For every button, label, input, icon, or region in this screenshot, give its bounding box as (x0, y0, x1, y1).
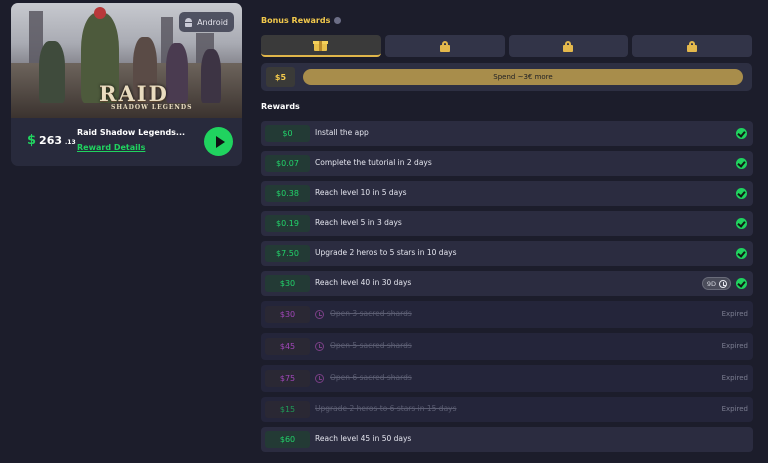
reward-task: Reach level 5 in 3 days (315, 218, 402, 227)
reward-task: Reach level 40 in 30 days (315, 278, 412, 287)
amount-decimal: .13 (65, 139, 76, 146)
reward-row[interactable]: $0.19 Reach level 5 in 3 days (261, 211, 753, 236)
reward-task: Install the app (315, 128, 369, 137)
reward-value: $45 (265, 338, 310, 355)
game-card[interactable]: RAID SHADOW LEGENDS Android $ 263 .13 Ra… (11, 3, 242, 166)
bonus-rewards-heading: Bonus Rewards (261, 16, 342, 25)
platform-label: Android (197, 17, 228, 27)
game-banner-image: RAID SHADOW LEGENDS Android (11, 3, 242, 118)
time-remaining-label: 9D (706, 279, 716, 288)
reward-value: $7.50 (265, 245, 310, 262)
spend-progress-bar: Spend ~3€ more (303, 69, 743, 85)
check-icon (736, 248, 747, 259)
bonus-amount: $5 (266, 67, 295, 87)
bonus-tiers (261, 35, 752, 57)
reward-row-expired[interactable]: $15 Upgrade 2 heros to 6 stars in 15 day… (261, 397, 753, 422)
check-icon (736, 158, 747, 169)
bonus-tier-4[interactable] (632, 35, 752, 57)
reward-row[interactable]: $0.38 Reach level 10 in 5 days (261, 181, 753, 206)
check-icon (736, 278, 747, 289)
reward-task: Upgrade 2 heros to 6 stars in 15 days (315, 404, 457, 413)
reward-value: $0 (265, 125, 310, 142)
reward-value: $0.38 (265, 185, 310, 202)
reward-row-expired[interactable]: $30 Open 3 sacred shards Expired (261, 301, 753, 328)
reward-row[interactable]: $7.50 Upgrade 2 heros to 5 stars in 10 d… (261, 241, 753, 266)
bonus-tier-2[interactable] (384, 35, 505, 57)
bonus-tier-1[interactable] (261, 35, 381, 57)
reward-value: $0.19 (265, 215, 310, 232)
lock-icon (439, 40, 450, 52)
info-icon[interactable] (334, 17, 342, 24)
game-title: Raid Shadow Legends... (77, 128, 186, 137)
reward-row[interactable]: $60 Reach level 45 in 50 days (261, 427, 753, 452)
game-logo-subtext: SHADOW LEGENDS (111, 104, 193, 111)
play-icon (215, 135, 225, 148)
platform-badge: Android (179, 12, 234, 32)
check-icon (736, 128, 747, 139)
reward-task: Open 6 sacred shards (330, 373, 412, 382)
reward-task: Complete the tutorial in 2 days (315, 158, 432, 167)
clock-icon (719, 279, 727, 288)
gift-icon (313, 39, 329, 51)
reward-task: Open 5 sacred shards (330, 341, 412, 350)
reward-details-link[interactable]: Reward Details (77, 143, 145, 152)
time-remaining-badge: 9D (701, 277, 731, 290)
bonus-tier-3[interactable] (508, 35, 629, 57)
android-icon (184, 17, 193, 27)
lock-icon (687, 40, 698, 52)
reward-value: $0.07 (265, 155, 310, 172)
reward-task: Open 3 sacred shards (330, 309, 412, 318)
bonus-rewards-title: Bonus Rewards (261, 16, 331, 25)
reward-value: $30 (265, 306, 310, 323)
game-logo-text: RAID (99, 81, 169, 106)
reward-task: Upgrade 2 heros to 5 stars in 10 days (315, 248, 457, 257)
game-card-footer: $ 263 .13 Raid Shadow Legends... Reward … (11, 118, 242, 166)
reward-value: $60 (265, 431, 310, 448)
check-icon (736, 218, 747, 229)
currency-symbol: $ (27, 133, 37, 148)
reward-value: $30 (265, 275, 310, 292)
reward-row-expired[interactable]: $75 Open 6 sacred shards Expired (261, 365, 753, 392)
reward-task: Reach level 45 in 50 days (315, 434, 412, 443)
check-icon (736, 188, 747, 199)
expired-label: Expired (721, 342, 748, 350)
game-reward-total: $ 263 .13 (27, 133, 76, 148)
reward-row[interactable]: $0.07 Complete the tutorial in 2 days (261, 151, 753, 176)
reward-row-expired[interactable]: $45 Open 5 sacred shards Expired (261, 333, 753, 360)
reward-value: $75 (265, 370, 310, 387)
amount-integer: 263 (39, 134, 63, 147)
reward-value: $15 (265, 401, 310, 418)
rewards-title: Rewards (261, 102, 300, 111)
lock-icon (563, 40, 574, 52)
expired-label: Expired (721, 374, 748, 382)
clock-icon (315, 374, 324, 383)
reward-task: Reach level 10 in 5 days (315, 188, 407, 197)
reward-row[interactable]: $0 Install the app (261, 121, 753, 146)
rewards-list: $0 Install the app $0.07 Complete the tu… (261, 121, 753, 457)
reward-row[interactable]: $30 Reach level 40 in 30 days 9D (261, 271, 753, 296)
clock-icon (315, 310, 324, 319)
expired-label: Expired (721, 310, 748, 318)
expired-label: Expired (721, 405, 748, 413)
bonus-spend-row: $5 Spend ~3€ more (261, 63, 752, 91)
clock-icon (315, 342, 324, 351)
page: RAID SHADOW LEGENDS Android $ 263 .13 Ra… (0, 0, 768, 463)
play-button[interactable] (204, 127, 233, 156)
